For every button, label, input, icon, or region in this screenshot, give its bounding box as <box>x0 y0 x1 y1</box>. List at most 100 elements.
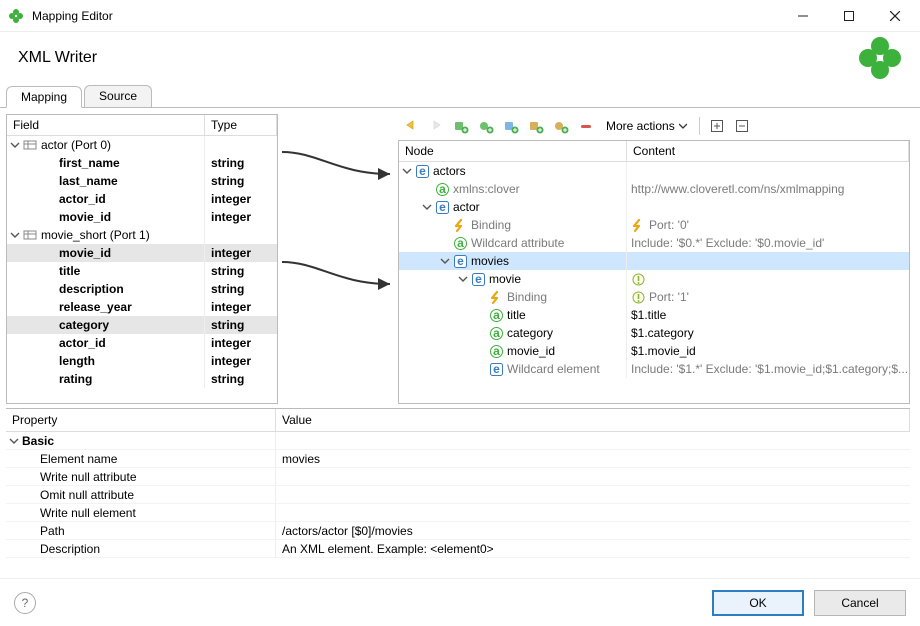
node-row[interactable]: BindingPort: '0' <box>399 216 909 234</box>
properties-body: Element name movies Write null attribute Om… <box>6 450 910 558</box>
node-content: Include: '$0.*' Exclude: '$0.movie_id' <box>631 236 824 250</box>
header-type[interactable]: Type <box>205 115 277 135</box>
property-row[interactable]: Omit null attribute <box>6 486 910 504</box>
property-key: Omit null attribute <box>40 488 134 502</box>
property-row[interactable]: Write null element <box>6 504 910 522</box>
node-row[interactable]: amovie_id$1.movie_id <box>399 342 909 360</box>
node-content: Include: '$1.*' Exclude: '$1.movie_id;$1… <box>631 362 908 376</box>
property-key: Path <box>40 524 65 538</box>
field-name: actor_id <box>59 336 106 350</box>
node-label: movie_id <box>507 344 555 358</box>
property-row[interactable]: Path/actors/actor [$0]/movies <box>6 522 910 540</box>
minimize-button[interactable] <box>780 1 826 31</box>
field-type: integer <box>205 210 277 224</box>
port-row[interactable]: movie_short (Port 1) <box>7 226 277 244</box>
app-icon <box>8 8 24 24</box>
field-row[interactable]: ratingstring <box>7 370 277 388</box>
add-element-button[interactable] <box>450 115 472 137</box>
add-attribute-button[interactable] <box>475 115 497 137</box>
close-button[interactable] <box>872 1 918 31</box>
field-name: description <box>59 282 124 296</box>
field-name: actor_id <box>59 192 106 206</box>
port-label: movie_short (Port 1) <box>41 228 150 242</box>
property-value: movies <box>282 452 320 466</box>
nodes-panel-wrap: More actions Node Content eactorsaxmlns:… <box>398 114 910 404</box>
field-row[interactable]: description string <box>7 280 277 298</box>
field-type: string <box>205 282 277 296</box>
field-row[interactable]: lengthinteger <box>7 352 277 370</box>
field-row[interactable]: titlestring <box>7 262 277 280</box>
expand-all-button[interactable] <box>706 115 728 137</box>
chevron-down-icon <box>457 273 469 285</box>
more-actions-button[interactable]: More actions <box>600 117 693 135</box>
svg-text:a: a <box>439 183 446 196</box>
field-name: release_year <box>59 300 132 314</box>
header-field[interactable]: Field <box>7 115 205 135</box>
field-row[interactable]: first_namestring <box>7 154 277 172</box>
undo-button[interactable] <box>400 115 422 137</box>
node-row[interactable]: atitle$1.title <box>399 306 909 324</box>
header-node[interactable]: Node <box>399 141 627 161</box>
page-title: XML Writer <box>18 49 858 67</box>
add-wildcard-elem-button[interactable] <box>550 115 572 137</box>
field-row[interactable]: movie_idinteger <box>7 244 277 262</box>
ok-button[interactable]: OK <box>712 590 804 616</box>
field-name: movie_id <box>59 210 111 224</box>
node-row[interactable]: axmlns:cloverhttp://www.cloveretl.com/ns… <box>399 180 909 198</box>
cancel-button[interactable]: Cancel <box>814 590 906 616</box>
node-label: Binding <box>471 218 511 232</box>
property-row[interactable]: Write null attribute <box>6 468 910 486</box>
node-row[interactable]: emovies <box>399 252 909 270</box>
node-row[interactable]: eWildcard elementInclude: '$1.*' Exclude… <box>399 360 909 378</box>
header: XML Writer <box>0 32 920 84</box>
node-label: Wildcard attribute <box>471 236 564 250</box>
remove-button[interactable] <box>575 115 597 137</box>
header-property[interactable]: Property <box>6 409 276 431</box>
node-label: movies <box>471 254 509 268</box>
field-type: string <box>205 156 277 170</box>
binding-icon <box>489 290 503 304</box>
field-row[interactable]: actor_id integer <box>7 334 277 352</box>
node-row[interactable]: acategory$1.category <box>399 324 909 342</box>
node-label: category <box>507 326 553 340</box>
collapse-all-button[interactable] <box>731 115 753 137</box>
field-row[interactable]: categorystring <box>7 316 277 334</box>
header-content[interactable]: Content <box>627 141 909 161</box>
node-row[interactable]: BindingPort: '1' <box>399 288 909 306</box>
field-name: length <box>59 354 95 368</box>
nodes-header: Node Content <box>399 141 909 162</box>
field-row[interactable]: last_namestring <box>7 172 277 190</box>
port-row[interactable]: actor (Port 0) <box>7 136 277 154</box>
svg-text:e: e <box>475 273 482 286</box>
property-row[interactable]: Element name movies <box>6 450 910 468</box>
property-key: Write null element <box>40 506 136 520</box>
node-row[interactable]: eactors <box>399 162 909 180</box>
field-type: integer <box>205 336 277 350</box>
node-row[interactable]: emovie <box>399 270 909 288</box>
chevron-down-icon <box>9 139 21 151</box>
redo-button[interactable] <box>425 115 447 137</box>
node-row[interactable]: aWildcard attributeInclude: '$0.*' Exclu… <box>399 234 909 252</box>
field-row[interactable]: actor_idinteger <box>7 190 277 208</box>
header-value[interactable]: Value <box>276 409 910 431</box>
help-button[interactable]: ? <box>14 592 36 614</box>
add-binding-button[interactable] <box>500 115 522 137</box>
property-value: An XML element. Example: <element0> <box>282 542 494 556</box>
element-icon: e <box>435 200 449 214</box>
maximize-button[interactable] <box>826 1 872 31</box>
property-group[interactable]: Basic <box>6 432 910 450</box>
field-name: category <box>59 318 109 332</box>
attribute-icon: a <box>489 344 503 358</box>
node-row[interactable]: eactor <box>399 198 909 216</box>
property-row[interactable]: DescriptionAn XML element. Example: <ele… <box>6 540 910 558</box>
property-group-label: Basic <box>22 434 54 448</box>
tab-mapping[interactable]: Mapping <box>6 86 82 108</box>
nodes-panel: Node Content eactorsaxmlns:cloverhttp://… <box>398 140 910 404</box>
property-key: Element name <box>40 452 117 466</box>
field-type: string <box>205 174 277 188</box>
add-wildcard-attr-button[interactable] <box>525 115 547 137</box>
tab-source[interactable]: Source <box>84 85 152 107</box>
port-label: actor (Port 0) <box>41 138 111 152</box>
field-row[interactable]: movie_id integer <box>7 208 277 226</box>
field-row[interactable]: release_yearinteger <box>7 298 277 316</box>
